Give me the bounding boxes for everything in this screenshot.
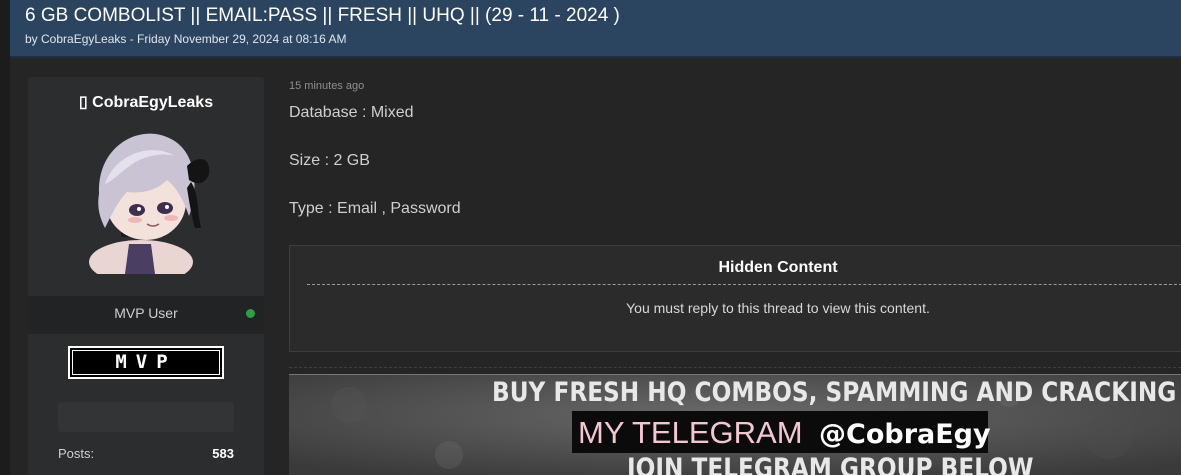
info-size: Size : 2 GB	[289, 152, 370, 169]
hidden-content-message: You must reply to this thread to view th…	[626, 300, 930, 316]
post-content: 15 minutes ago Database : Mixed Size : 2…	[289, 77, 1181, 475]
thread-header: 6 GB COMBOLIST || EMAIL:PASS || FRESH ||…	[10, 0, 1181, 58]
username-link[interactable]: ▯ CobraEgyLeaks	[28, 92, 264, 112]
promo-banner-image: BUY FRESH HQ COMBOS, SPAMMING AND CRACKI…	[289, 374, 1181, 475]
post-timestamp[interactable]: 15 minutes ago	[289, 80, 364, 92]
mvp-badge: MVP	[68, 346, 224, 379]
info-type: Type : Email , Password	[289, 200, 461, 217]
banner-telegram-label: MY TELEGRAM	[578, 415, 803, 450]
banner-headline: BUY FRESH HQ COMBOS, SPAMMING AND CRACKI…	[492, 377, 1181, 408]
hidden-content-box: Hidden Content You must reply to this th…	[289, 245, 1181, 352]
user-card: ▯ CobraEgyLeaks	[28, 77, 264, 296]
user-title: MVP User	[114, 305, 178, 321]
content-divider	[289, 367, 1181, 368]
user-award-bar	[58, 402, 234, 432]
hidden-content-title: Hidden Content	[718, 259, 838, 276]
banner-telegram-handle: @CobraEgy	[819, 419, 991, 450]
online-status-dot	[246, 309, 255, 318]
usertitle-bar: MVP User	[28, 296, 264, 330]
mvp-badge-border	[72, 350, 220, 375]
left-edge-strip	[0, 0, 10, 475]
user-avatar[interactable]	[71, 124, 221, 274]
thread-meta: by CobraEgyLeaks - Friday November 29, 2…	[25, 32, 347, 46]
posts-label: Posts:	[58, 446, 95, 461]
user-column: ▯ CobraEgyLeaks MVP User MVP Posts: 583	[28, 77, 264, 475]
info-database: Database : Mixed	[289, 104, 414, 121]
banner-telegram-box: MY TELEGRAM @CobraEgy	[572, 411, 991, 453]
user-stats-panel: MVP Posts: 583	[28, 334, 264, 475]
posts-count: 583	[212, 446, 234, 461]
hidden-content-divider	[307, 284, 1181, 285]
thread-title: 6 GB COMBOLIST || EMAIL:PASS || FRESH ||…	[25, 5, 620, 26]
banner-join-text: JOIN TELEGRAM GROUP BELOW	[627, 453, 1034, 475]
